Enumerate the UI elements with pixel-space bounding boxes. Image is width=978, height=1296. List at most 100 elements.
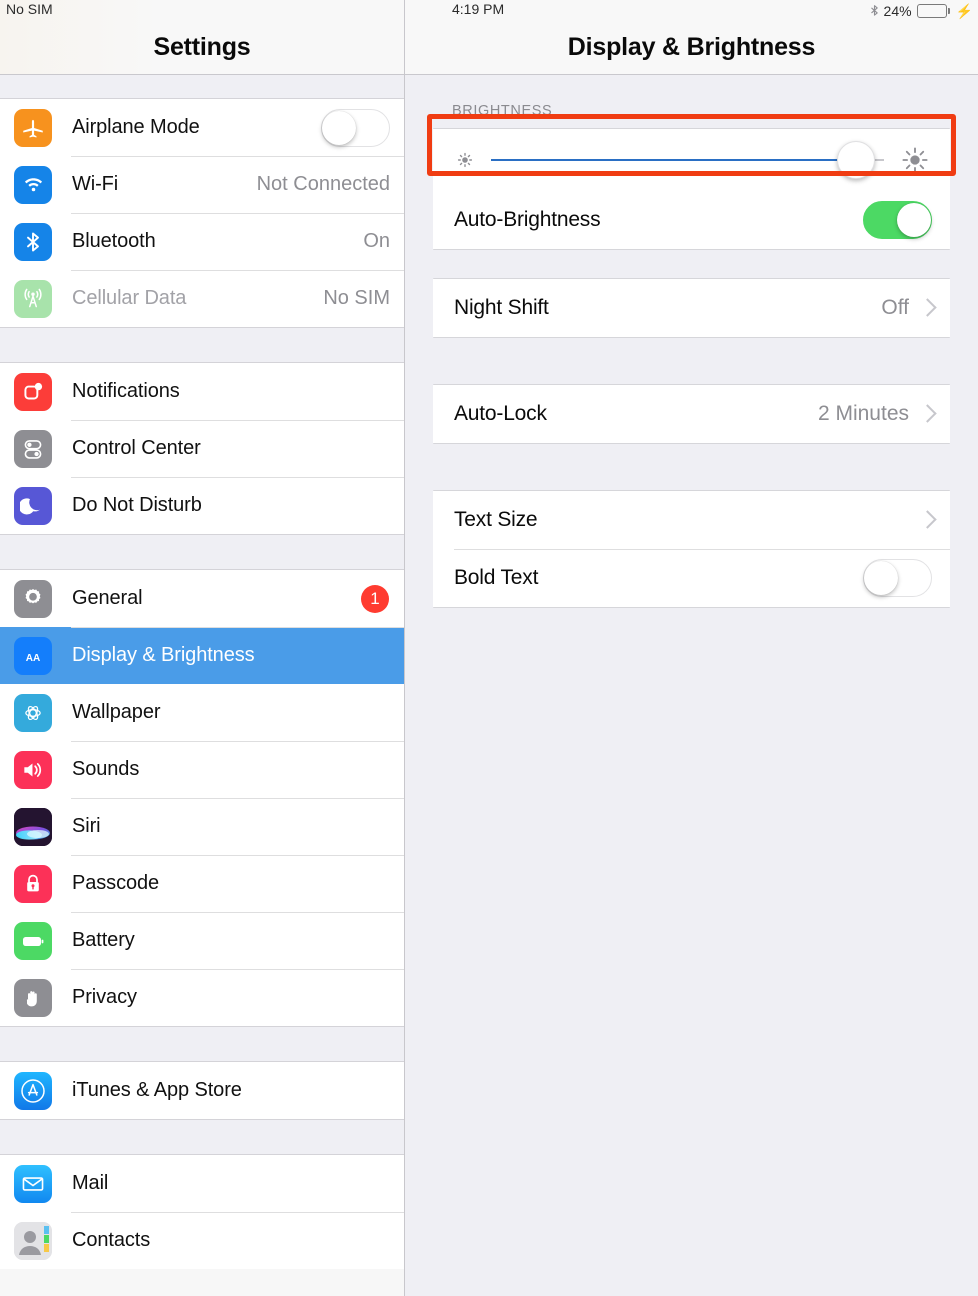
- sidebar-item-sounds[interactable]: Sounds: [0, 741, 404, 798]
- sidebar-item-label: Sounds: [72, 758, 140, 780]
- svg-text:AA: AA: [26, 653, 40, 664]
- sidebar-item-wifi[interactable]: Wi-Fi Not Connected: [0, 156, 404, 213]
- carrier-label: No SIM: [6, 1, 53, 17]
- sidebar-item-bluetooth[interactable]: Bluetooth On: [0, 213, 404, 270]
- brightness-slider-row[interactable]: [433, 129, 950, 191]
- sidebar-item-label: Battery: [72, 929, 135, 951]
- battery-icon: [916, 4, 950, 18]
- cellular-status-value: No SIM: [323, 287, 390, 309]
- bluetooth-icon: [14, 222, 52, 261]
- sidebar-item-siri[interactable]: Siri: [0, 798, 404, 855]
- battery-percent-label: 24%: [883, 3, 912, 19]
- sidebar-item-privacy[interactable]: Privacy: [0, 969, 404, 1026]
- chevron-right-icon: [921, 405, 932, 424]
- clock-label: 4:19 PM: [452, 1, 505, 17]
- card-spacer: [405, 444, 978, 490]
- sidebar-item-notifications[interactable]: Notifications: [0, 363, 404, 420]
- bold-text-label: Bold Text: [454, 566, 539, 589]
- sidebar-item-wallpaper[interactable]: Wallpaper: [0, 684, 404, 741]
- do-not-disturb-icon: [14, 486, 52, 525]
- sidebar-item-battery[interactable]: Battery: [0, 912, 404, 969]
- airplane-icon: [14, 108, 52, 147]
- chevron-right-icon: [921, 299, 932, 318]
- status-bar: No SIM 4:19 PM 24% ⚡: [0, 0, 978, 22]
- sidebar-group-spacer: [0, 327, 404, 363]
- sidebar-item-label: Privacy: [72, 986, 137, 1008]
- auto-brightness-label: Auto-Brightness: [454, 208, 601, 231]
- slider-fill: [491, 159, 857, 161]
- sidebar-item-itunes-app-store[interactable]: iTunes & App Store: [0, 1062, 404, 1119]
- sidebar-group-connectivity: Airplane Mode Wi-Fi Not Connected Blueto…: [0, 99, 404, 327]
- sidebar-item-general[interactable]: General 1: [0, 570, 404, 627]
- hand-icon: [14, 978, 52, 1017]
- toggle-knob: [897, 203, 931, 237]
- sidebar-item-display-brightness[interactable]: AA Display & Brightness: [0, 627, 404, 684]
- airplane-mode-toggle[interactable]: [321, 108, 390, 147]
- bluetooth-status-value: On: [363, 230, 390, 252]
- sidebar-item-label: Wallpaper: [72, 701, 161, 723]
- toggle-knob: [864, 561, 898, 595]
- brightness-card: Auto-Brightness: [433, 128, 950, 250]
- night-shift-label: Night Shift: [454, 296, 549, 319]
- sidebar-item-cellular-data[interactable]: Cellular Data No SIM: [0, 270, 404, 327]
- sidebar-group-spacer: [0, 1119, 404, 1155]
- lock-icon: [14, 864, 52, 903]
- sidebar-item-label: Airplane Mode: [72, 116, 200, 138]
- text-size-label: Text Size: [454, 508, 538, 531]
- brightness-track[interactable]: [491, 140, 884, 180]
- sidebar-item-label: Control Center: [72, 437, 201, 459]
- general-badge: 1: [361, 584, 389, 613]
- battery-body: [916, 4, 947, 18]
- display-brightness-panel: Display & Brightness BRIGHTNESS Auto-Bri…: [405, 0, 978, 1296]
- auto-lock-value: 2 Minutes: [817, 402, 909, 425]
- bold-text-row[interactable]: Bold Text: [433, 549, 950, 607]
- sidebar-item-label: Contacts: [72, 1229, 151, 1251]
- sidebar-group-apps: Mail Contacts: [0, 1155, 404, 1269]
- notifications-icon: [14, 372, 52, 411]
- sidebar-item-contacts[interactable]: Contacts: [0, 1212, 404, 1269]
- brightness-section-header: BRIGHTNESS: [452, 103, 553, 119]
- battery-icon: [14, 921, 52, 960]
- battery-cap: [947, 8, 950, 14]
- text-card: Text Size Bold Text: [433, 490, 950, 608]
- sidebar-item-label: Notifications: [72, 380, 180, 402]
- app-store-icon: [14, 1071, 52, 1110]
- text-size-row[interactable]: Text Size: [433, 491, 950, 549]
- wifi-icon: [14, 165, 52, 204]
- sidebar-group-store: iTunes & App Store: [0, 1062, 404, 1119]
- sidebar-item-do-not-disturb[interactable]: Do Not Disturb: [0, 477, 404, 534]
- wifi-status-value: Not Connected: [256, 173, 390, 195]
- sidebar-item-label: Mail: [72, 1172, 109, 1194]
- sidebar-item-passcode[interactable]: Passcode: [0, 855, 404, 912]
- cellular-icon: [14, 279, 52, 318]
- detail-title: Display & Brightness: [567, 33, 816, 61]
- auto-lock-row[interactable]: Auto-Lock 2 Minutes: [433, 385, 950, 443]
- auto-lock-label: Auto-Lock: [454, 402, 547, 425]
- sidebar-item-mail[interactable]: Mail: [0, 1155, 404, 1212]
- bold-text-toggle[interactable]: [863, 559, 932, 597]
- charging-bolt-icon: ⚡: [955, 3, 973, 19]
- sidebar-item-label: Display & Brightness: [72, 644, 255, 666]
- sidebar-item-label: General: [72, 587, 143, 609]
- text-size-aa-icon: AA: [14, 636, 52, 675]
- auto-brightness-toggle[interactable]: [863, 201, 932, 239]
- card-spacer: [405, 250, 978, 278]
- sidebar-group-spacer: [0, 75, 404, 99]
- wallpaper-flower-icon: [14, 693, 52, 732]
- siri-icon: [14, 807, 52, 846]
- night-shift-card: Night Shift Off: [433, 278, 950, 338]
- sidebar-item-airplane-mode[interactable]: Airplane Mode: [0, 99, 404, 156]
- sidebar-item-label: Do Not Disturb: [72, 494, 202, 516]
- auto-brightness-row[interactable]: Auto-Brightness: [433, 191, 950, 249]
- card-spacer: [405, 338, 978, 384]
- toggle-knob: [322, 110, 356, 145]
- page-title: Settings: [153, 33, 251, 61]
- brightness-slider-knob[interactable]: [837, 141, 876, 179]
- sun-large-icon: [898, 143, 932, 177]
- sidebar-item-label: Bluetooth: [72, 230, 156, 252]
- settings-sidebar: Settings Airplane Mode Wi-Fi Not Connect…: [0, 0, 405, 1296]
- sidebar-item-control-center[interactable]: Control Center: [0, 420, 404, 477]
- auto-lock-card: Auto-Lock 2 Minutes: [433, 384, 950, 444]
- night-shift-row[interactable]: Night Shift Off: [433, 279, 950, 337]
- mail-envelope-icon: [14, 1164, 52, 1203]
